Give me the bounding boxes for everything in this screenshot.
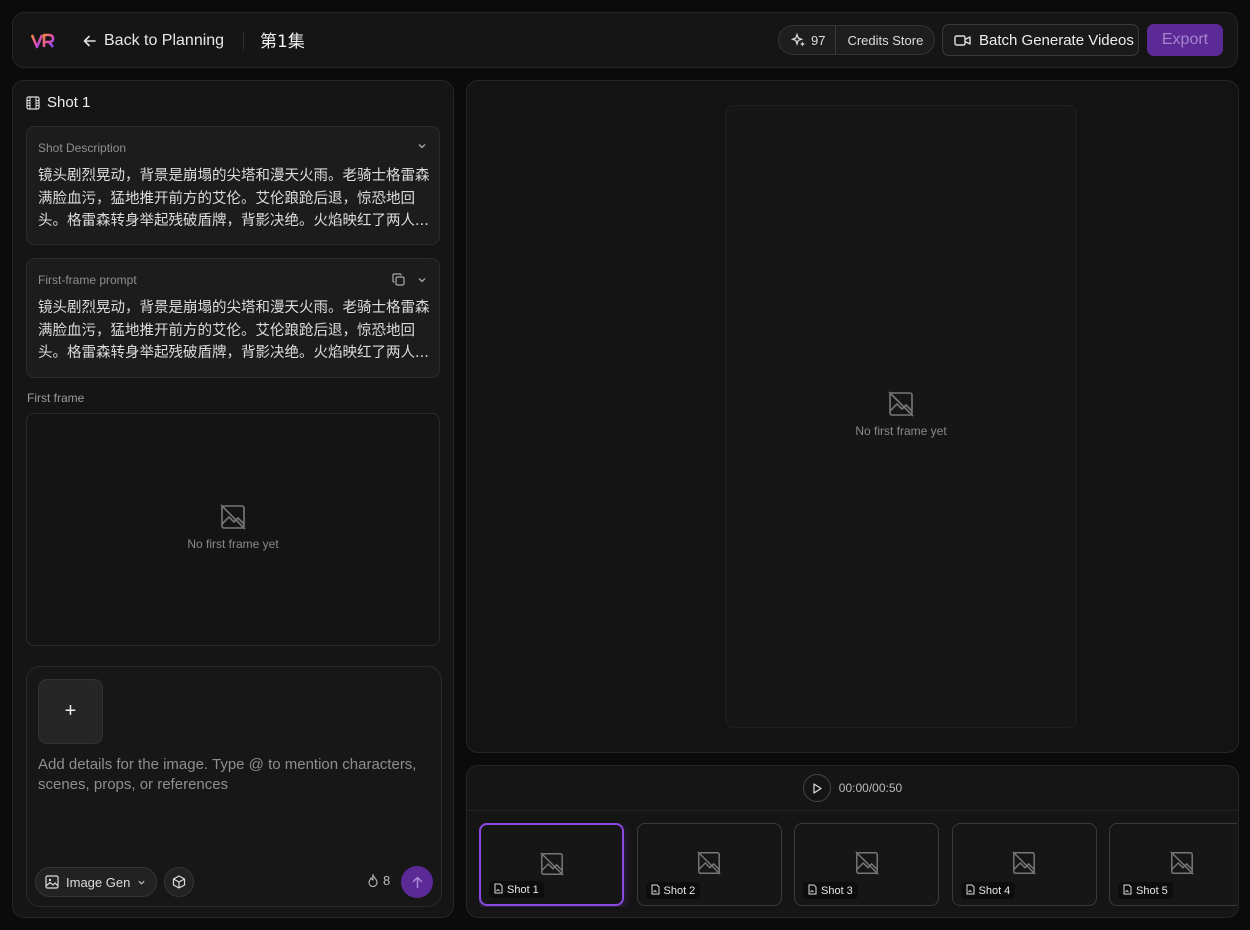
cube-icon — [172, 875, 186, 889]
send-button[interactable] — [401, 866, 433, 898]
image-off-icon — [696, 850, 722, 881]
preview-empty-text: No first frame yet — [855, 424, 947, 438]
shot-thumbnail[interactable]: Shot 1 — [479, 823, 624, 906]
image-gen-label: Image Gen — [66, 874, 131, 890]
shot-thumbnail[interactable]: Shot 3 — [794, 823, 939, 906]
first-frame-prompt-text: 镜头剧烈晃动，背景是崩塌的尖塔和漫天火雨。老骑士格雷森满脸血污，猛地推开前方的艾… — [38, 300, 430, 361]
add-reference-button[interactable]: + — [38, 679, 103, 744]
batch-generate-videos-button[interactable]: Batch Generate Videos — [942, 24, 1139, 56]
chevron-down-icon[interactable] — [417, 275, 427, 285]
credit-cost-value: 8 — [383, 873, 391, 888]
arrow-left-icon — [83, 35, 96, 47]
shot-label: Shot 5 — [1136, 884, 1168, 897]
image-off-icon — [539, 851, 565, 882]
credits-count: 97 — [779, 26, 837, 54]
top-bar: Back to Planning 第1集 97 Credits Store Ba… — [12, 12, 1238, 68]
shot-thumbnail[interactable]: Shot 5 — [1109, 823, 1237, 906]
first-frame-prompt-card[interactable]: First-frame prompt 镜头剧烈晃动，背景是崩塌的尖塔和漫天火雨。… — [26, 258, 440, 378]
prompt-composer: + Image Gen 8 — [26, 666, 442, 907]
play-icon — [813, 782, 822, 794]
image-off-icon — [888, 391, 914, 417]
first-frame-empty-text: No first frame yet — [187, 537, 279, 551]
shot-thumbnail-label: Shot 5 — [1118, 882, 1173, 899]
image-off-icon — [854, 850, 880, 881]
chevron-down-icon — [138, 880, 145, 885]
sparkles-icon — [791, 32, 805, 46]
image-file-icon — [1123, 884, 1132, 898]
divider — [243, 31, 244, 51]
preview-frame: No first frame yet — [725, 105, 1077, 728]
first-frame-prompt-label: First-frame prompt — [38, 273, 137, 287]
credit-cost: 8 — [367, 873, 390, 888]
image-gen-mode-select[interactable]: Image Gen — [35, 867, 157, 897]
copy-icon[interactable] — [392, 273, 405, 286]
preview-panel: No first frame yet — [466, 80, 1239, 753]
shot-label: Shot 1 — [507, 883, 539, 896]
episode-title: 第1集 — [260, 32, 305, 52]
shot-thumbnail-strip: Shot 1 Shot 2 Shot 3 Shot 4 Shot 5 — [479, 823, 1237, 907]
first-frame-label: First frame — [27, 391, 85, 405]
chevron-down-icon[interactable] — [417, 141, 427, 151]
back-label: Back to Planning — [104, 32, 225, 49]
shot-thumbnail[interactable]: Shot 4 — [951, 823, 1097, 906]
play-button[interactable] — [802, 774, 831, 802]
image-file-icon — [651, 884, 660, 898]
arrow-up-icon — [412, 876, 422, 888]
flame-icon — [368, 874, 378, 887]
shot-editor-panel: Shot 1 Shot Description 镜头剧烈晃动，背景是崩塌的尖塔和… — [12, 80, 454, 918]
shot-title: Shot 1 — [47, 94, 91, 111]
batch-label: Batch Generate Videos — [979, 31, 1134, 49]
image-file-icon — [966, 884, 975, 898]
image-off-icon — [1169, 850, 1195, 881]
shot-thumbnail-label: Shot 4 — [960, 882, 1016, 899]
shot-thumbnail-label: Shot 3 — [803, 882, 858, 899]
shot-description-text: 镜头剧烈晃动，背景是崩塌的尖塔和漫天火雨。老骑士格雷森满脸血污，猛地推开前方的艾… — [38, 168, 430, 229]
shot-label: Shot 2 — [663, 884, 696, 897]
credits-store-button[interactable]: Credits Store — [836, 33, 923, 48]
shot-label: Shot 4 — [978, 884, 1011, 897]
credits-value: 97 — [811, 32, 826, 48]
image-off-icon — [220, 504, 246, 530]
shot-thumbnail[interactable]: Shot 2 — [636, 823, 782, 906]
image-icon — [45, 875, 59, 889]
shot-description-label: Shot Description — [38, 141, 127, 155]
shot-header: Shot 1 — [26, 94, 90, 111]
first-frame-empty-state: No first frame yet — [27, 503, 439, 551]
shot-thumbnail-label: Shot 2 — [645, 882, 701, 899]
playback-time: 00:00/00:50 — [838, 781, 903, 795]
image-off-icon — [1011, 850, 1037, 881]
shot-description-card[interactable]: Shot Description 镜头剧烈晃动，背景是崩塌的尖塔和漫天火雨。老骑… — [26, 126, 440, 245]
shot-thumbnail-label: Shot 1 — [489, 881, 544, 898]
preview-empty-state: No first frame yet — [726, 390, 1076, 438]
app-logo[interactable] — [31, 31, 55, 51]
prompt-input[interactable] — [38, 755, 430, 815]
video-camera-icon — [954, 34, 971, 46]
film-icon — [26, 95, 40, 110]
timeline-panel: 00:00/00:50 Shot 1 Shot 2 Shot 3 Shot 4 Shot… — [466, 765, 1239, 918]
export-button[interactable]: Export — [1147, 24, 1223, 56]
credits-pill: 97 Credits Store — [778, 25, 935, 55]
playback-controls: 00:00/00:50 — [467, 766, 1238, 811]
model-select-button[interactable] — [164, 867, 194, 897]
shot-label: Shot 3 — [821, 884, 853, 897]
first-frame-box[interactable]: No first frame yet — [26, 413, 440, 646]
image-file-icon — [808, 884, 817, 898]
back-to-planning-button[interactable]: Back to Planning — [83, 29, 224, 53]
image-file-icon — [494, 883, 503, 897]
